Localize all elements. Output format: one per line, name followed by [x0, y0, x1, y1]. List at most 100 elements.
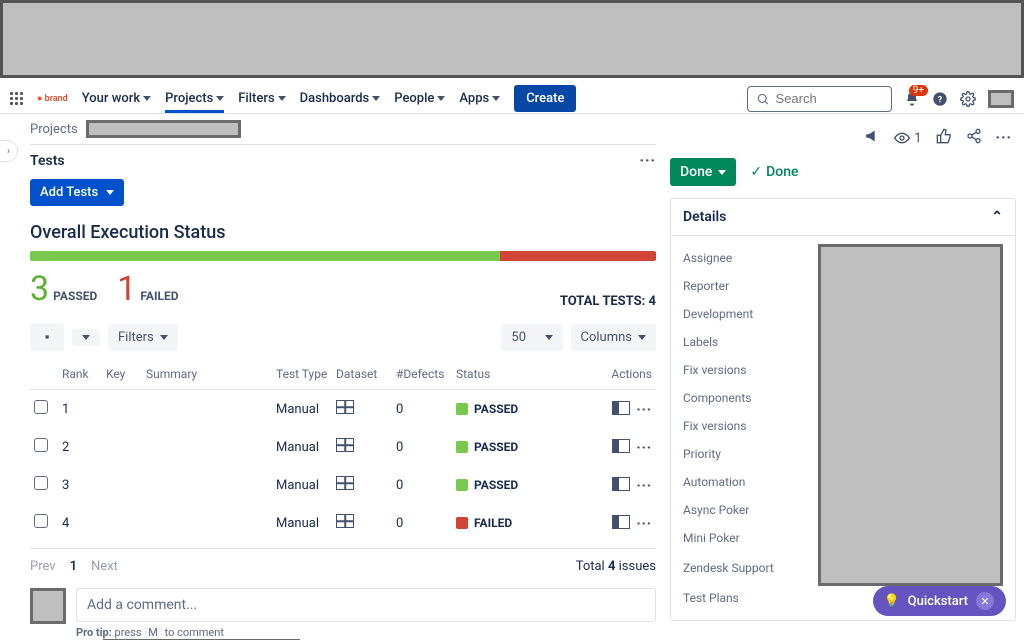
- sidebar-expand-handle[interactable]: ›: [0, 140, 18, 162]
- select-mode-caret[interactable]: [72, 329, 100, 346]
- passed-count: 3 PASSED: [30, 269, 97, 309]
- comment-protip: Pro tip: press M to comment: [76, 626, 656, 639]
- row-checkbox[interactable]: [34, 400, 48, 414]
- search-input[interactable]: [747, 86, 892, 112]
- total-tests: TOTAL TESTS: 4: [560, 294, 656, 309]
- details-title[interactable]: Details: [683, 209, 726, 225]
- overall-status-title: Overall Execution Status: [30, 222, 656, 243]
- row-more-icon[interactable]: ···: [636, 517, 652, 532]
- field-labels[interactable]: Labels: [683, 335, 718, 349]
- row-checkbox[interactable]: [34, 514, 48, 528]
- table-row[interactable]: 2Manual0PASSED ···: [30, 428, 656, 466]
- dataset-icon[interactable]: [336, 400, 354, 414]
- row-checkbox[interactable]: [34, 438, 48, 452]
- field-async-poker[interactable]: Async Poker: [683, 503, 749, 517]
- like-icon[interactable]: [936, 128, 952, 148]
- status-done-button[interactable]: Done: [670, 158, 736, 186]
- table-row[interactable]: 3Manual0PASSED ···: [30, 466, 656, 504]
- app-switcher-icon[interactable]: [10, 92, 23, 105]
- expand-row-icon[interactable]: [612, 515, 630, 529]
- dataset-icon[interactable]: [336, 476, 354, 490]
- cell-rank: 4: [58, 504, 102, 542]
- close-icon[interactable]: ✕: [976, 592, 994, 610]
- pager: Prev 1 Next Total 4 issues: [30, 548, 656, 588]
- create-button[interactable]: Create: [514, 85, 576, 112]
- field-reporter[interactable]: Reporter: [683, 279, 729, 293]
- expand-row-icon[interactable]: [612, 401, 630, 415]
- pager-page: 1: [70, 559, 77, 574]
- add-tests-button[interactable]: Add Tests: [30, 179, 124, 206]
- notification-badge: 9+: [909, 85, 928, 96]
- nav-dashboards[interactable]: Dashboards: [300, 91, 381, 106]
- tests-title: Tests: [30, 153, 65, 169]
- col-summary[interactable]: Summary: [146, 367, 197, 381]
- cell-test-type: Manual: [272, 390, 332, 429]
- breadcrumb-placeholder: [86, 120, 241, 138]
- table-row[interactable]: 1Manual0PASSED ···: [30, 390, 656, 429]
- comment-avatar: [30, 588, 66, 624]
- page-size-select[interactable]: 50: [501, 324, 562, 351]
- cell-defects: 0: [392, 504, 452, 542]
- cell-rank: 3: [58, 466, 102, 504]
- right-panel: 1 ··· Done ✓ Done Details ⌃ Assignee Rep…: [670, 128, 1016, 640]
- avatar[interactable]: [988, 90, 1014, 108]
- field-fix-versions-2[interactable]: Fix versions: [683, 419, 746, 433]
- table-row[interactable]: 4Manual0FAILED ···: [30, 504, 656, 542]
- brand-logo[interactable]: ● brand: [37, 93, 68, 104]
- row-more-icon[interactable]: ···: [636, 403, 652, 418]
- lightbulb-icon: 💡: [883, 594, 899, 609]
- field-mini-poker[interactable]: Mini Poker: [683, 531, 740, 545]
- notifications-icon[interactable]: 9+: [904, 91, 920, 107]
- pager-prev[interactable]: Prev: [30, 559, 56, 574]
- watchers[interactable]: 1: [894, 130, 921, 146]
- field-assignee[interactable]: Assignee: [683, 251, 732, 265]
- help-icon[interactable]: ?: [932, 91, 948, 107]
- status-done-label: ✓ Done: [750, 164, 798, 180]
- pager-next[interactable]: Next: [91, 559, 118, 574]
- columns-button[interactable]: Columns: [571, 324, 657, 351]
- col-status[interactable]: Status: [456, 367, 490, 381]
- cell-test-type: Manual: [272, 504, 332, 542]
- col-key[interactable]: Key: [106, 367, 125, 381]
- nav-your-work[interactable]: Your work: [82, 91, 151, 106]
- cell-defects: 0: [392, 428, 452, 466]
- col-test-type[interactable]: Test Type: [276, 367, 327, 381]
- row-more-icon[interactable]: ···: [636, 441, 652, 456]
- share-icon[interactable]: [966, 128, 982, 148]
- dataset-icon[interactable]: [336, 514, 354, 528]
- panel-more-icon[interactable]: ···: [996, 130, 1013, 146]
- field-zendesk[interactable]: Zendesk Support: [683, 561, 774, 575]
- field-fix-versions[interactable]: Fix versions: [683, 363, 746, 377]
- field-development[interactable]: Development: [683, 307, 753, 321]
- field-automation[interactable]: Automation: [683, 475, 745, 489]
- tests-more-icon[interactable]: ···: [640, 153, 657, 169]
- expand-row-icon[interactable]: [612, 439, 630, 453]
- cell-test-type: Manual: [272, 428, 332, 466]
- field-test-plans[interactable]: Test Plans: [683, 591, 739, 605]
- breadcrumb-root[interactable]: Projects: [30, 122, 78, 137]
- field-components[interactable]: Components: [683, 391, 752, 405]
- nav-projects[interactable]: Projects: [165, 91, 224, 106]
- chevron-up-icon[interactable]: ⌃: [991, 209, 1003, 225]
- feedback-icon[interactable]: [864, 128, 880, 148]
- top-banner-placeholder: [0, 0, 1024, 78]
- col-defects[interactable]: #Defects: [396, 367, 444, 381]
- cell-status: PASSED: [456, 478, 528, 492]
- select-mode-button[interactable]: ▪: [30, 323, 64, 351]
- dataset-icon[interactable]: [336, 438, 354, 452]
- filters-button[interactable]: Filters: [108, 324, 178, 351]
- row-more-icon[interactable]: ···: [636, 479, 652, 494]
- col-rank[interactable]: Rank: [62, 367, 89, 381]
- nav-people[interactable]: People: [394, 91, 445, 106]
- col-dataset[interactable]: Dataset: [336, 367, 377, 381]
- expand-row-icon[interactable]: [612, 477, 630, 491]
- top-nav: ● brand Your work Projects Filters Dashb…: [0, 84, 1024, 114]
- row-checkbox[interactable]: [34, 476, 48, 490]
- nav-apps[interactable]: Apps: [459, 91, 500, 106]
- field-priority[interactable]: Priority: [683, 447, 721, 461]
- comment-input[interactable]: Add a comment...: [76, 588, 656, 622]
- quickstart-button[interactable]: 💡 Quickstart ✕: [873, 586, 1006, 616]
- nav-filters[interactable]: Filters: [238, 91, 285, 106]
- cell-defects: 0: [392, 390, 452, 429]
- settings-icon[interactable]: [960, 91, 976, 107]
